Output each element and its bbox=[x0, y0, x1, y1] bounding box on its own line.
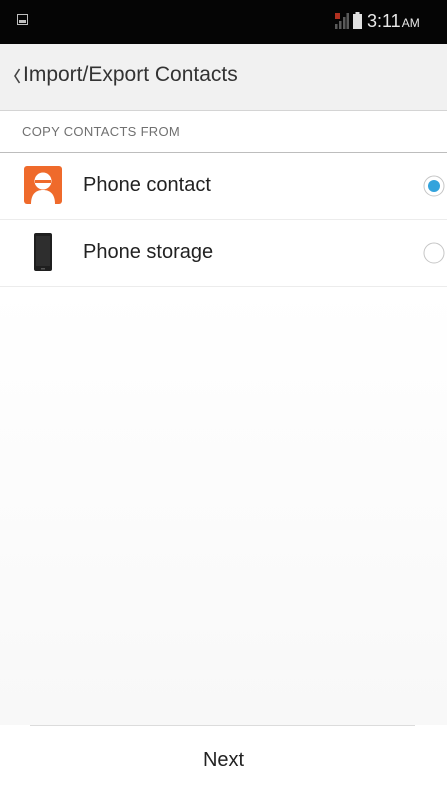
section-label: COPY CONTACTS FROM bbox=[22, 124, 181, 139]
option-label: Phone contact bbox=[83, 174, 211, 196]
action-bar: Import/Export Contacts bbox=[0, 44, 447, 111]
option-label: Phone storage bbox=[83, 241, 214, 263]
option-phone-storage[interactable]: Phone storage bbox=[0, 220, 447, 287]
status-ampm: AM bbox=[401, 16, 420, 30]
next-button[interactable]: Next bbox=[140, 735, 307, 785]
status-time: 3:11AM bbox=[367, 11, 420, 31]
contact-avatar-icon bbox=[24, 166, 62, 204]
empty-content-area bbox=[0, 287, 447, 725]
signal-icon bbox=[335, 13, 349, 29]
status-bar: 3:11AM bbox=[0, 0, 447, 44]
section-header: COPY CONTACTS FROM bbox=[0, 111, 447, 153]
page-title[interactable]: Import/Export Contacts bbox=[23, 63, 238, 87]
radio-unselected-icon[interactable] bbox=[423, 242, 445, 264]
screenshot-notification-icon bbox=[17, 14, 28, 25]
radio-selected-icon[interactable] bbox=[423, 175, 445, 197]
battery-icon bbox=[353, 12, 362, 29]
chevron-left-icon[interactable] bbox=[13, 66, 21, 86]
option-phone-contact[interactable]: Phone contact bbox=[0, 153, 447, 220]
phone-device-icon bbox=[34, 233, 52, 271]
footer-divider bbox=[30, 725, 415, 726]
